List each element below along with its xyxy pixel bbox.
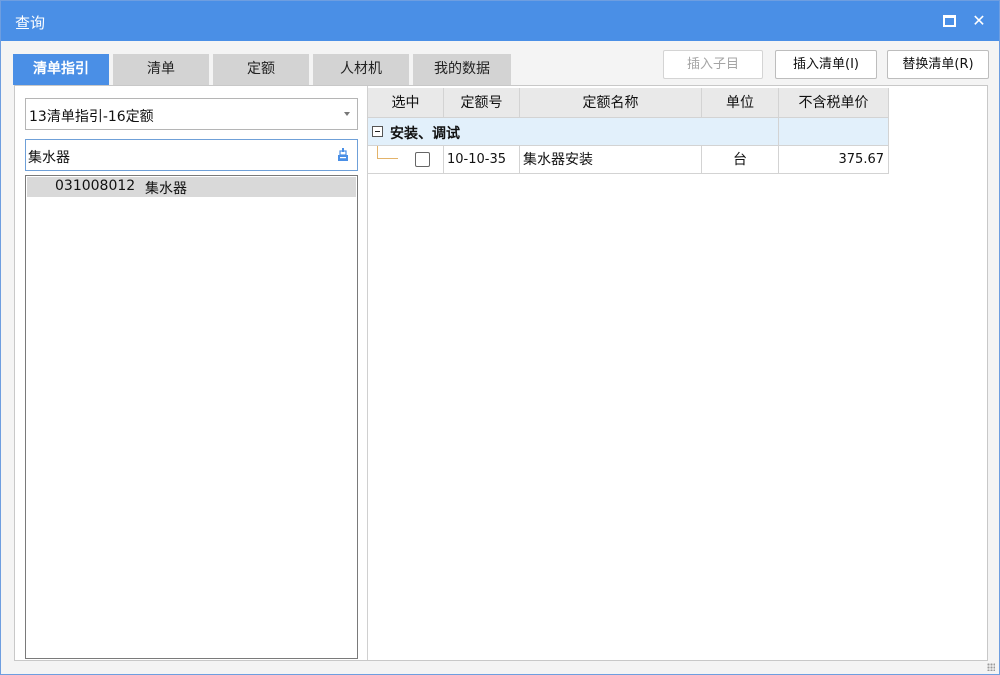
dropdown-arrow-icon[interactable] (344, 112, 350, 116)
col-header-select[interactable]: 选中 (368, 88, 444, 118)
row-checkbox[interactable] (415, 152, 430, 167)
tab-my-data[interactable]: 我的数据 (413, 54, 511, 85)
group-row[interactable]: 安装、调试 (368, 118, 779, 146)
library-select[interactable]: 13清单指引-16定额 (25, 98, 358, 130)
list-tree[interactable]: 031008012 集水器 (25, 175, 358, 659)
tab-list-guide[interactable]: 清单指引 (13, 54, 109, 85)
maximize-button[interactable] (941, 13, 957, 29)
tab-quota[interactable]: 定额 (213, 54, 309, 85)
close-button[interactable]: ✕ (971, 13, 987, 29)
replace-list-button[interactable]: 替换清单(R) (887, 50, 989, 79)
tab-list[interactable]: 清单 (113, 54, 209, 85)
close-icon: ✕ (972, 11, 986, 30)
library-select-value: 13清单指引-16定额 (29, 109, 154, 125)
search-submit-icon[interactable] (336, 148, 350, 162)
col-header-price[interactable]: 不含税单价 (779, 88, 889, 118)
row-quota-no[interactable]: 10-10-35 (444, 146, 520, 174)
row-price[interactable]: 375.67 (779, 146, 889, 174)
collapse-icon[interactable] (372, 126, 383, 137)
tree-item-name: 集水器 (145, 181, 187, 197)
window-title: 查询 (15, 14, 46, 32)
maximize-icon (942, 15, 956, 27)
col-header-quota-name[interactable]: 定额名称 (520, 88, 702, 118)
tree-connector-line (377, 158, 398, 159)
tree-item-code: 031008012 (55, 178, 136, 194)
col-header-quota-no[interactable]: 定额号 (444, 88, 520, 118)
search-input-value: 集水器 (28, 150, 70, 166)
content-panel: 13清单指引-16定额 集水器 031008012 集水器 选中 定额号 定额名… (14, 85, 988, 661)
col-header-unit[interactable]: 单位 (702, 88, 779, 118)
title-bar: 查询 ✕ (1, 1, 999, 41)
insert-list-button[interactable]: 插入清单(I) (775, 50, 877, 79)
row-unit[interactable]: 台 (702, 146, 779, 174)
tree-connector-line (377, 146, 378, 158)
insert-child-button[interactable]: 插入子目 (663, 50, 763, 79)
group-name: 安装、调试 (390, 126, 460, 142)
tab-labor-material-machine[interactable]: 人材机 (313, 54, 409, 85)
row-select-cell (368, 146, 444, 174)
row-quota-name[interactable]: 集水器安装 (520, 146, 702, 174)
tree-item[interactable]: 031008012 集水器 (27, 177, 356, 197)
group-row-price-cell (779, 118, 889, 146)
search-input[interactable]: 集水器 (25, 139, 358, 171)
resize-grip-icon[interactable] (987, 663, 995, 671)
query-window: 查询 ✕ 清单指引 清单 定额 人材机 我的数据 插入子目 插入清单(I) 替换… (0, 0, 1000, 675)
